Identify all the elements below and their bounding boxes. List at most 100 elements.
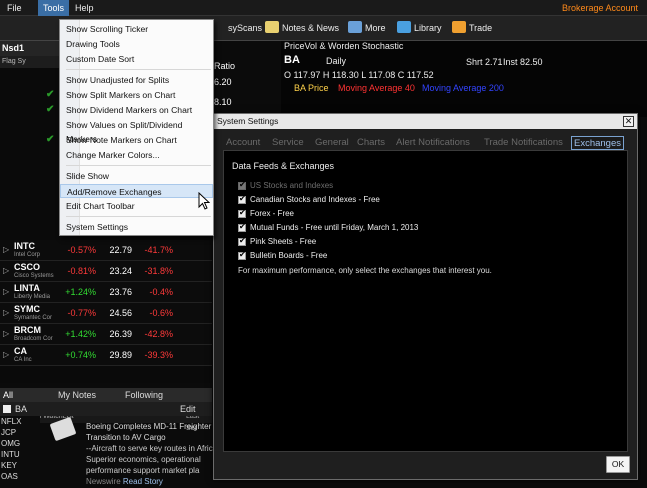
mouse-cursor-icon [198, 192, 210, 210]
ohlc-readout: O 117.97 H 118.30 L 117.08 C 117.52 [284, 70, 434, 80]
ticker-item[interactable]: NFLX [1, 416, 40, 427]
watchlist-row[interactable]: ▷ BRCM Broadcom Cor +1.42% 26.39 -42.8% [0, 324, 212, 345]
option-label: US Stocks and Indexes [250, 181, 334, 190]
expand-icon[interactable]: ▷ [3, 266, 9, 275]
checkmark-icon: ✔ [46, 104, 55, 115]
ticker-item[interactable]: OMG [1, 438, 40, 449]
notes-news-button[interactable]: Notes & News [265, 20, 339, 37]
edit-button[interactable]: Edit [180, 402, 196, 416]
news-item[interactable]: Boeing Completes MD-11 Freighter Transit… [86, 421, 226, 487]
menu-item-edit-chart-toolbar[interactable]: Edit Chart Toolbar [60, 199, 213, 213]
expand-icon[interactable]: ▷ [3, 329, 9, 338]
news-checkbox[interactable] [3, 405, 11, 413]
chart-pane: PriceVol & Worden Stochastic BA Daily Sh… [281, 41, 647, 117]
notes-icon [265, 21, 279, 33]
menu-help[interactable]: Help [70, 0, 99, 16]
read-story-link[interactable]: Read Story [123, 477, 163, 486]
news-headline[interactable]: Boeing Completes MD-11 Freighter Transit… [86, 421, 226, 443]
chart-symbol[interactable]: BA [284, 54, 300, 66]
performance-note: For maximum performance, only select the… [238, 266, 492, 275]
ratio-column-header[interactable]: Ratio [214, 61, 235, 71]
news-meta: Newswire Read Story [86, 476, 226, 487]
tab-account[interactable]: Account [226, 136, 260, 150]
menu-item-note-markers[interactable]: ✔ Show Note Markers on Chart [46, 133, 213, 147]
option-label: Bulletin Boards - Free [250, 251, 328, 260]
menu-item-change-marker-colors[interactable]: Change Marker Colors... [60, 148, 213, 162]
library-icon [397, 21, 411, 33]
checkbox-us-stocks [238, 180, 246, 190]
ok-button[interactable]: OK [606, 456, 630, 473]
easyscans-button[interactable]: syScans [228, 20, 262, 37]
news-symbol[interactable]: BA [15, 402, 27, 416]
expand-icon[interactable]: ▷ [3, 308, 9, 317]
ticker-item[interactable]: OAS [1, 471, 40, 482]
watchlist-row[interactable]: ▷ SYMC Symantec Cor -0.77% 24.56 -0.6% [0, 303, 212, 324]
chart-interval[interactable]: Daily [326, 56, 346, 66]
tools-menu: Show Scrolling Ticker Drawing Tools Cust… [46, 19, 214, 236]
menu-file[interactable]: File [2, 0, 27, 16]
tab-following[interactable]: Following [125, 388, 163, 402]
ticker-item[interactable]: KEY [1, 460, 40, 471]
watchlist-row[interactable]: ▷ INTC Intel Corp -0.57% 22.79 -41.7% [0, 240, 212, 261]
menu-item-marker-values[interactable]: Show Values on Split/Dividend Markers [60, 118, 213, 144]
news-source: Newswire [86, 477, 121, 486]
menu-separator [66, 69, 211, 70]
menu-item-split-markers[interactable]: ✔ Show Split Markers on Chart [46, 88, 213, 102]
system-settings-dialog: System Settings ✕ Account Service Genera… [213, 113, 638, 480]
tab-charts[interactable]: Charts [357, 136, 385, 150]
ma200-label[interactable]: Moving Average 200 [422, 83, 504, 93]
checkbox-bulletin-boards[interactable] [238, 250, 246, 260]
menu-tools[interactable]: Tools [38, 0, 70, 16]
news-filter-bar: BA Edit [0, 402, 212, 416]
tab-alert-notifications[interactable]: Alert Notifications [396, 136, 470, 150]
tab-exchanges[interactable]: Exchanges [571, 136, 625, 150]
close-icon[interactable]: ✕ [623, 116, 634, 127]
watchlist-row[interactable]: ▷ CSCO Cisco Systems -0.81% 23.24 -31.8% [0, 261, 212, 282]
tab-all[interactable]: All [3, 388, 13, 402]
option-label: Forex - Free [250, 209, 295, 218]
expand-icon[interactable]: ▷ [3, 350, 9, 359]
dialog-title: System Settings [214, 114, 637, 129]
indicator-title[interactable]: PriceVol & Worden Stochastic [284, 41, 403, 51]
ba-price-label[interactable]: BA Price [294, 83, 329, 93]
trade-button[interactable]: Trade [452, 20, 492, 37]
watchlist-row[interactable]: ▷ LINTA Liberty Media +1.24% 23.76 -0.4% [0, 282, 212, 303]
institutional-ownership: Inst 82.50 [503, 57, 543, 67]
expand-icon[interactable]: ▷ [3, 287, 9, 296]
news-snippet: --Aircraft to serve key routes in Africa… [86, 444, 225, 475]
library-button[interactable]: Library [397, 20, 442, 37]
menu-item-slide-show[interactable]: Slide Show [60, 169, 213, 183]
menubar: File Tools Help Brokerage Account [0, 0, 647, 16]
menu-item-dividend-markers[interactable]: ✔ Show Dividend Markers on Chart [46, 103, 213, 117]
option-label: Canadian Stocks and Indexes - Free [250, 195, 380, 204]
ratio-value: 6.20 [214, 77, 232, 87]
tab-general[interactable]: General [315, 136, 349, 150]
tab-service[interactable]: Service [272, 136, 304, 150]
ticker-item[interactable]: INTU [1, 449, 40, 460]
menu-item-custom-date-sort[interactable]: Custom Date Sort [60, 52, 213, 66]
ratio-value: 8.10 [214, 97, 232, 107]
tab-my-notes[interactable]: My Notes [58, 388, 96, 402]
checkbox-forex[interactable] [238, 208, 246, 218]
tab-trade-notifications[interactable]: Trade Notifications [484, 136, 563, 150]
ma40-label[interactable]: Moving Average 40 [338, 83, 415, 93]
checkbox-mutual-funds[interactable] [238, 222, 246, 232]
more-button[interactable]: More [348, 20, 386, 37]
menu-separator [66, 165, 211, 166]
news-ticker-list: NFLX JCP OMG INTU KEY OAS [0, 416, 40, 488]
menu-item-drawing-tools[interactable]: Drawing Tools [60, 37, 213, 51]
menu-item-add-remove-exchanges[interactable]: Add/Remove Exchanges [60, 184, 213, 198]
menu-item-system-settings[interactable]: System Settings [60, 220, 213, 234]
section-heading: Data Feeds & Exchanges [232, 161, 335, 171]
trade-arrow-icon [452, 21, 466, 33]
menu-brokerage-account[interactable]: Brokerage Account [557, 0, 643, 16]
news-tabs-bar: All My Notes Following [0, 388, 212, 402]
menu-item-show-unadjusted[interactable]: Show Unadjusted for Splits [60, 73, 213, 87]
menu-item-show-scrolling-ticker[interactable]: Show Scrolling Ticker [60, 22, 213, 36]
checkbox-canadian-stocks[interactable] [238, 194, 246, 204]
watchlist-row[interactable]: ▷ CA CA Inc +0.74% 29.89 -39.3% [0, 345, 212, 366]
ticker-item[interactable]: JCP [1, 427, 40, 438]
checkbox-pink-sheets[interactable] [238, 236, 246, 246]
expand-icon[interactable]: ▷ [3, 245, 9, 254]
option-label: Mutual Funds - Free until Friday, March … [250, 223, 419, 232]
